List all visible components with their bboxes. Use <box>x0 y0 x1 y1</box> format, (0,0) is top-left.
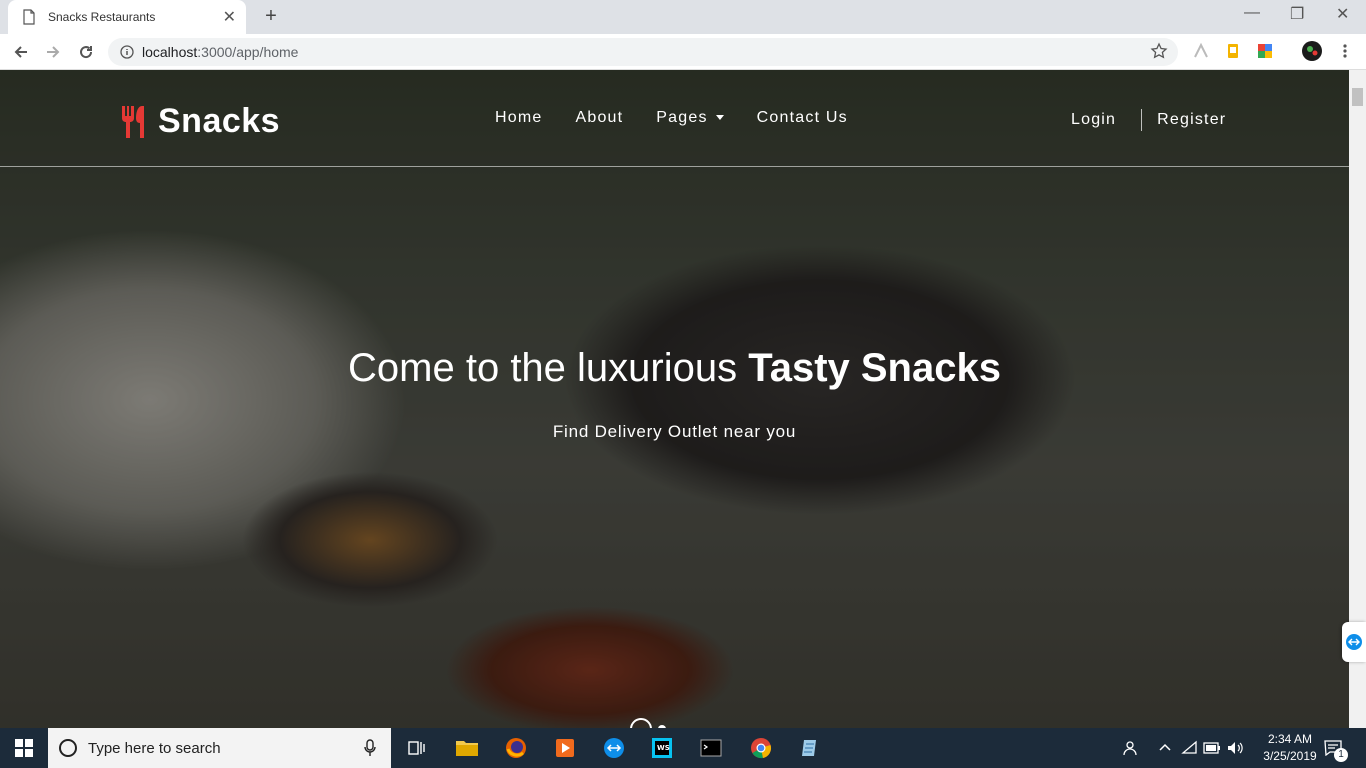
nav-about[interactable]: About <box>575 109 623 127</box>
terminal-icon[interactable] <box>699 736 723 760</box>
hero-background-overlay <box>0 70 1349 728</box>
auth-divider <box>1141 109 1143 131</box>
extension-keep-icon[interactable] <box>1224 42 1242 60</box>
battery-icon[interactable] <box>1203 739 1221 757</box>
restore-icon[interactable]: ❐ <box>1290 4 1304 24</box>
notification-count-badge: 1 <box>1334 748 1348 762</box>
windows-logo-icon <box>15 739 33 757</box>
chrome-icon[interactable] <box>749 736 773 760</box>
document-icon <box>23 9 35 25</box>
caret-down-icon <box>715 115 724 121</box>
back-button[interactable] <box>9 40 33 64</box>
browser-toolbar: localhost:3000/app/home <box>0 34 1366 70</box>
close-tab-icon[interactable]: ✕ <box>223 7 236 27</box>
info-icon[interactable] <box>120 45 134 59</box>
minimize-icon[interactable]: — <box>1244 4 1260 22</box>
clock-time: 2:34 AM <box>1267 732 1313 746</box>
teamviewer-taskbar-icon[interactable] <box>602 736 626 760</box>
nav-home[interactable]: Home <box>495 109 542 127</box>
people-icon[interactable] <box>1120 739 1138 757</box>
cortana-icon <box>59 739 77 757</box>
browser-tab-strip: Snacks Restaurants ✕ + — ❐ ✕ <box>0 0 1366 34</box>
site-logo[interactable]: Snacks <box>120 102 280 141</box>
site-header: Snacks Home About Pages Contact Us Login… <box>0 70 1349 167</box>
search-placeholder: Type here to search <box>88 739 221 757</box>
teamviewer-icon <box>1346 634 1362 650</box>
address-bar[interactable]: localhost:3000/app/home <box>108 38 1178 66</box>
hero-title: Come to the luxurious Tasty Snacks <box>348 346 1001 390</box>
new-tab-button[interactable]: + <box>260 5 282 27</box>
teamviewer-side-widget[interactable] <box>1342 622 1366 662</box>
window-close-icon[interactable]: ✕ <box>1336 4 1349 24</box>
chrome-menu-icon[interactable] <box>1336 42 1354 60</box>
extension-color-icon[interactable] <box>1256 42 1274 60</box>
task-view-icon[interactable] <box>405 736 429 760</box>
login-link[interactable]: Login <box>1071 111 1116 129</box>
media-player-icon[interactable] <box>553 736 577 760</box>
taskbar-clock[interactable]: 2:34 AM 3/25/2019 <box>1256 731 1324 765</box>
clock-date: 3/25/2019 <box>1263 749 1317 763</box>
scrollbar-thumb[interactable] <box>1352 88 1363 106</box>
forward-arrow-icon <box>47 46 60 58</box>
wifi-icon[interactable] <box>1181 739 1199 757</box>
start-button[interactable] <box>0 728 48 768</box>
register-link[interactable]: Register <box>1157 111 1226 129</box>
main-nav: Home About Pages Contact Us <box>495 109 881 127</box>
webstorm-icon[interactable]: WS <box>650 736 674 760</box>
notepad-icon[interactable] <box>798 736 822 760</box>
file-explorer-icon[interactable] <box>455 736 479 760</box>
nav-pages-dropdown[interactable]: Pages <box>656 109 724 127</box>
windows-taskbar: Type here to search WS 2:34 AM 3/25/2019… <box>0 728 1366 768</box>
firefox-icon[interactable] <box>504 736 528 760</box>
taskbar-search-box[interactable]: Type here to search <box>48 728 391 768</box>
tab-title: Snacks Restaurants <box>48 10 156 24</box>
forward-button[interactable] <box>41 40 65 64</box>
volume-icon[interactable] <box>1226 739 1244 757</box>
fork-knife-icon <box>122 105 144 138</box>
extension-a-icon[interactable] <box>1192 42 1210 60</box>
hero-subtitle: Find Delivery Outlet near you <box>552 422 797 441</box>
auth-links: Login Register <box>1071 109 1226 131</box>
bookmark-star-icon[interactable] <box>1150 42 1168 60</box>
chevron-up-icon[interactable] <box>1156 739 1174 757</box>
carousel-dot-active[interactable] <box>630 718 652 728</box>
reload-button[interactable] <box>74 40 98 64</box>
brand-name: Snacks <box>158 102 281 140</box>
microphone-icon[interactable] <box>363 739 377 757</box>
nav-contact-us[interactable]: Contact Us <box>757 109 848 127</box>
back-arrow-icon <box>14 46 27 58</box>
carousel-indicators <box>630 718 666 728</box>
svg-text:WS: WS <box>657 744 670 752</box>
hero-section: Snacks Home About Pages Contact Us Login… <box>0 70 1349 728</box>
url-text: localhost:3000/app/home <box>142 44 299 60</box>
reload-icon <box>80 46 93 59</box>
browser-tab[interactable]: Snacks Restaurants ✕ <box>8 0 246 34</box>
profile-avatar[interactable] <box>1302 41 1322 61</box>
